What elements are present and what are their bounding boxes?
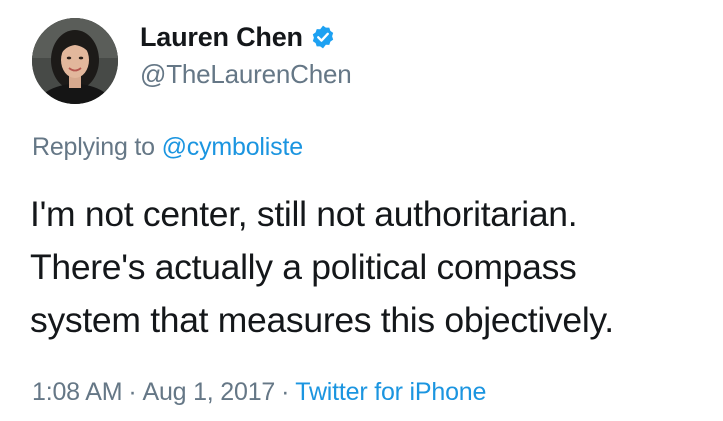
author-block: Lauren Chen @TheLaurenChen [140, 20, 352, 90]
reply-mention-link[interactable]: @cymboliste [162, 133, 303, 161]
tweet-source-link[interactable]: Twitter for iPhone [295, 378, 486, 406]
tweet-text-line: I'm not center, still not authoritarian. [30, 194, 578, 234]
tweet-text-line: system that measures this objectively. [30, 300, 614, 340]
replying-prefix: Replying to [32, 133, 155, 161]
tweet-date[interactable]: Aug 1, 2017 [142, 378, 275, 406]
tweet-text-line: There's actually a political compass [30, 247, 577, 287]
display-name[interactable]: Lauren Chen [140, 22, 303, 53]
tweet-card: Lauren Chen @TheLaurenChen Replying to @… [0, 0, 723, 421]
meta-separator: · [281, 378, 290, 406]
verified-badge-icon [310, 24, 336, 50]
user-handle[interactable]: @TheLaurenChen [140, 59, 352, 90]
replying-to: Replying to @cymboliste [32, 133, 303, 162]
tweet-metadata: 1:08 AM · Aug 1, 2017 · Twitter for iPhone [32, 378, 486, 407]
avatar[interactable] [32, 18, 118, 104]
avatar-image [32, 18, 118, 104]
author-name-row: Lauren Chen [140, 20, 352, 54]
meta-separator: · [128, 378, 137, 406]
tweet-time[interactable]: 1:08 AM [32, 378, 123, 406]
tweet-text: I'm not center, still not authoritarian.… [30, 188, 720, 347]
